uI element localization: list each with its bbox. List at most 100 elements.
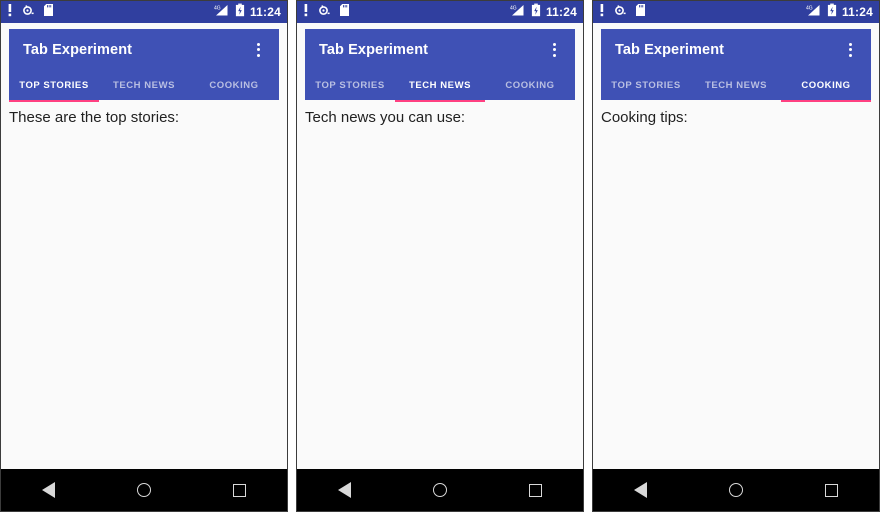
- alert-exclamation-icon: [7, 3, 13, 22]
- recents-button[interactable]: [213, 469, 265, 511]
- tab-indicator: [189, 100, 279, 102]
- more-vert-icon[interactable]: [247, 35, 269, 65]
- bug-report-icon: [317, 3, 331, 22]
- back-triangle-icon: [634, 482, 648, 498]
- app-bar-top-row: Tab Experiment: [601, 29, 871, 70]
- sd-card-icon: [339, 3, 350, 22]
- recents-square-icon: [232, 483, 246, 497]
- more-vert-icon[interactable]: [839, 35, 861, 65]
- recents-button[interactable]: [805, 469, 857, 511]
- recents-square-icon: [824, 483, 838, 497]
- tab-bar: TOP STORIES TECH NEWS COOKING: [601, 70, 871, 102]
- bug-report-icon: [613, 3, 627, 22]
- app-bar-top-row: Tab Experiment: [305, 29, 575, 70]
- app-bar: Tab Experiment TOP STORIES TECH NEWS COO…: [601, 29, 871, 102]
- status-bar-clock: 11:24: [841, 5, 873, 19]
- app-bar: Tab Experiment TOP STORIES TECH NEWS COO…: [9, 29, 279, 102]
- tab-indicator: [99, 100, 189, 102]
- content-text: These are the top stories:: [9, 109, 180, 126]
- phone-screen-1: 4G 11:24 Tab Experiment TOP STORIES TECH…: [0, 0, 288, 512]
- recents-button[interactable]: [509, 469, 561, 511]
- back-triangle-icon: [42, 482, 56, 498]
- appbar-container: Tab Experiment TOP STORIES TECH NEWS COO…: [1, 23, 287, 102]
- tab-label: TOP STORIES: [19, 79, 89, 91]
- more-vert-icon[interactable]: [543, 35, 565, 65]
- back-button[interactable]: [615, 469, 667, 511]
- tab-tech-news[interactable]: TECH NEWS: [395, 70, 485, 102]
- tab-tech-news[interactable]: TECH NEWS: [691, 70, 781, 100]
- signal-4g-icon: 4G: [805, 3, 822, 22]
- tab-label: TOP STORIES: [315, 79, 385, 91]
- status-bar: 4G 11:24: [1, 1, 287, 23]
- svg-text:4G: 4G: [806, 5, 813, 11]
- bug-report-icon: [21, 3, 35, 22]
- app-title: Tab Experiment: [319, 41, 429, 58]
- tab-label: TOP STORIES: [611, 79, 681, 91]
- appbar-container: Tab Experiment TOP STORIES TECH NEWS COO…: [297, 23, 583, 102]
- home-circle-icon: [136, 483, 151, 497]
- tab-bar: TOP STORIES TECH NEWS COOKING: [305, 70, 575, 102]
- appbar-container: Tab Experiment TOP STORIES TECH NEWS COO…: [593, 23, 879, 102]
- signal-4g-icon: 4G: [213, 3, 230, 22]
- svg-text:4G: 4G: [214, 5, 221, 11]
- tab-cooking[interactable]: COOKING: [485, 70, 575, 100]
- tab-top-stories[interactable]: TOP STORIES: [9, 70, 99, 102]
- system-navigation-bar: [593, 469, 879, 511]
- tab-indicator: [305, 100, 395, 102]
- tab-top-stories[interactable]: TOP STORIES: [601, 70, 691, 100]
- tab-indicator: [9, 100, 99, 102]
- alert-exclamation-icon: [303, 3, 309, 22]
- home-circle-icon: [432, 483, 447, 497]
- signal-4g-icon: 4G: [509, 3, 526, 22]
- alert-exclamation-icon: [599, 3, 605, 22]
- status-bar: 4G 11:24: [297, 1, 583, 23]
- sd-card-icon: [43, 3, 54, 22]
- content-area: These are the top stories:: [1, 100, 287, 469]
- status-bar-right-icons: 4G 11:24: [213, 3, 281, 22]
- phone-screen-3: 4G 11:24 Tab Experiment TOP STORIES TECH…: [592, 0, 880, 512]
- content-text: Cooking tips:: [601, 109, 688, 126]
- tab-indicator: [601, 100, 691, 102]
- content-area: Tech news you can use:: [297, 100, 583, 469]
- status-bar-left-icons: [599, 3, 646, 22]
- panel-gap: [288, 0, 296, 512]
- app-bar-top-row: Tab Experiment: [9, 29, 279, 70]
- status-bar-clock: 11:24: [249, 5, 281, 19]
- tab-indicator: [691, 100, 781, 102]
- status-bar-clock: 11:24: [545, 5, 577, 19]
- status-bar-right-icons: 4G 11:24: [805, 3, 873, 22]
- status-bar-right-icons: 4G 11:24: [509, 3, 577, 22]
- tab-tech-news[interactable]: TECH NEWS: [99, 70, 189, 100]
- tab-cooking[interactable]: COOKING: [781, 70, 871, 102]
- content-text: Tech news you can use:: [305, 109, 466, 126]
- phone-screen-2: 4G 11:24 Tab Experiment TOP STORIES TECH…: [296, 0, 584, 512]
- tab-top-stories[interactable]: TOP STORIES: [305, 70, 395, 100]
- tab-label: TECH NEWS: [113, 79, 175, 91]
- tab-indicator: [485, 100, 575, 102]
- tab-label: TECH NEWS: [705, 79, 767, 91]
- back-button[interactable]: [319, 469, 371, 511]
- panel-gap: [584, 0, 592, 512]
- tab-indicator: [395, 100, 485, 102]
- status-bar-left-icons: [303, 3, 350, 22]
- home-button[interactable]: [710, 469, 762, 511]
- tab-indicator: [781, 100, 871, 102]
- home-button[interactable]: [414, 469, 466, 511]
- status-bar: 4G 11:24: [593, 1, 879, 23]
- tab-label: COOKING: [801, 79, 851, 91]
- status-bar-left-icons: [7, 3, 54, 22]
- app-bar: Tab Experiment TOP STORIES TECH NEWS COO…: [305, 29, 575, 102]
- tab-cooking[interactable]: COOKING: [189, 70, 279, 100]
- sd-card-icon: [635, 3, 646, 22]
- home-circle-icon: [728, 483, 743, 497]
- battery-charging-icon: [531, 3, 541, 22]
- home-button[interactable]: [118, 469, 170, 511]
- svg-text:4G: 4G: [510, 5, 517, 11]
- screenshot-triptych: 4G 11:24 Tab Experiment TOP STORIES TECH…: [0, 0, 892, 512]
- tab-bar: TOP STORIES TECH NEWS COOKING: [9, 70, 279, 102]
- back-triangle-icon: [338, 482, 352, 498]
- system-navigation-bar: [297, 469, 583, 511]
- back-button[interactable]: [23, 469, 75, 511]
- tab-label: COOKING: [505, 79, 555, 91]
- recents-square-icon: [528, 483, 542, 497]
